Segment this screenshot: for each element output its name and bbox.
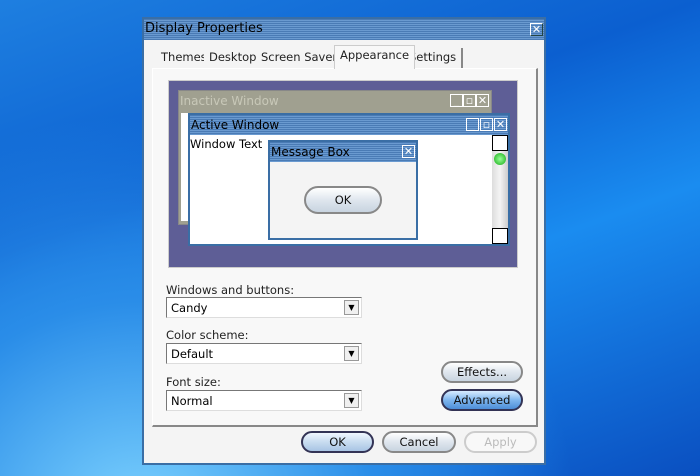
tab-screen-saver[interactable]: Screen Saver [256,48,345,68]
chevron-down-icon[interactable]: ▼ [344,300,359,315]
close-icon[interactable]: ✕ [530,23,543,36]
appearance-preview: Inactive Window _ ▫ ✕ Active Window _ ▫ … [168,80,518,268]
close-icon: ✕ [402,145,415,158]
close-icon: ✕ [476,94,489,107]
color-scheme-select[interactable]: Default ▼ [166,343,362,364]
select-value: Normal [171,394,213,408]
scrollbar [492,135,508,244]
maximize-icon: ▫ [463,94,476,107]
windows-buttons-label: Windows and buttons: [166,283,295,297]
display-properties-window: Display Properties ✕ Themes Desktop Scre… [142,17,546,465]
ok-button[interactable]: OK [301,431,374,453]
message-box-title: Message Box [270,142,416,162]
active-window-title: Active Window [190,115,508,135]
message-box-preview: Message Box ✕ OK [268,140,418,240]
select-value: Candy [171,301,208,315]
cancel-button[interactable]: Cancel [382,431,456,453]
select-value: Default [171,347,214,361]
minimize-icon: _ [466,118,479,131]
title-bar[interactable]: Display Properties ✕ [144,19,544,40]
windows-buttons-select[interactable]: Candy ▼ [166,297,362,318]
scroll-thumb [494,153,506,165]
chevron-down-icon[interactable]: ▼ [344,393,359,408]
maximize-icon: ▫ [480,118,493,131]
close-icon: ✕ [494,118,507,131]
font-size-select[interactable]: Normal ▼ [166,390,362,411]
window-title: Display Properties [145,21,263,36]
minimize-icon: _ [450,94,463,107]
apply-button[interactable]: Apply [464,431,537,453]
advanced-button[interactable]: Advanced [441,389,523,411]
font-size-label: Font size: [166,375,221,389]
effects-button[interactable]: Effects... [441,361,523,383]
tab-desktop[interactable]: Desktop [204,48,264,68]
inactive-window-title: Inactive Window [180,94,279,108]
message-ok-button: OK [304,186,382,214]
window-text: Window Text [190,137,263,151]
color-scheme-label: Color scheme: [166,328,249,342]
tab-appearance[interactable]: Appearance [334,45,416,69]
chevron-down-icon[interactable]: ▼ [344,346,359,361]
